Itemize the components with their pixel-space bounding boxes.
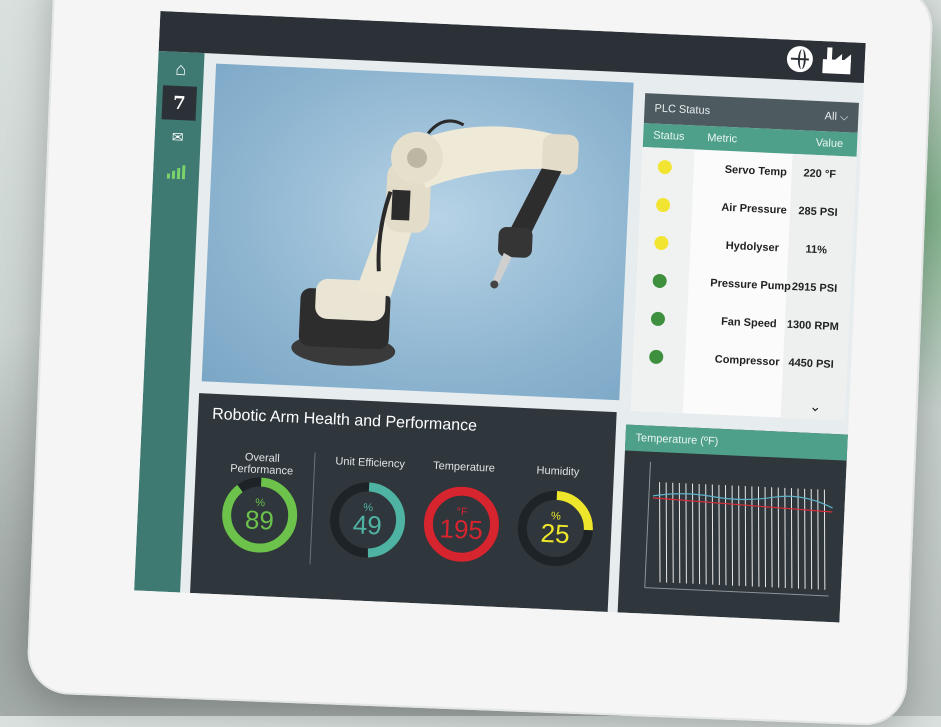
plc-filter-dropdown[interactable]: All ⌵ xyxy=(824,110,848,124)
metric-value: 1300 RPM xyxy=(786,318,840,334)
waveform-line xyxy=(711,484,714,585)
gauge-overall-performance[interactable]: Overall Performance % 89 xyxy=(212,450,309,560)
waveform-line xyxy=(757,486,760,587)
waveform-line xyxy=(672,482,674,583)
factory-icon[interactable] xyxy=(822,47,852,75)
gauge-value: 25 xyxy=(540,518,570,549)
health-panel-title: Robotic Arm Health and Performance xyxy=(211,405,478,435)
waveform-line xyxy=(659,482,661,583)
status-dot xyxy=(654,235,669,251)
divider xyxy=(309,452,316,565)
gauge-ring: °F 195 xyxy=(423,486,499,562)
waveform-line xyxy=(744,486,747,587)
waveform-line xyxy=(698,483,701,585)
column-value: Value xyxy=(815,136,844,151)
temperature-chart xyxy=(644,461,833,597)
gauge-value: 195 xyxy=(439,513,484,545)
waveform-line xyxy=(797,488,799,589)
status-dot xyxy=(650,311,666,327)
plc-status-title: PLC Status xyxy=(654,102,711,118)
waveform-line xyxy=(725,485,727,586)
home-icon[interactable]: ⌂ xyxy=(157,51,204,87)
gauge-temperature[interactable]: Temperature °F 195 xyxy=(414,459,511,569)
robot-arm-icon[interactable]: 7 xyxy=(161,85,198,121)
plc-status-panel: PLC Status All ⌵ Status Metric Value Ser… xyxy=(630,93,859,421)
metric-value: 220 °F xyxy=(803,167,837,181)
waveform-line xyxy=(738,485,740,586)
gauge-unit-efficiency[interactable]: Unit Efficiency % 49 xyxy=(320,455,417,565)
gauge-ring: % 49 xyxy=(330,482,406,558)
waveform-line xyxy=(810,489,813,590)
robotic-arm-image xyxy=(291,119,579,366)
gauge-humidity[interactable]: Humidity % 25 xyxy=(507,463,604,573)
status-dot xyxy=(657,159,673,175)
waveform-line xyxy=(665,482,668,583)
waveform-line xyxy=(764,486,767,588)
column-status: Status xyxy=(653,129,685,143)
status-dot xyxy=(655,197,671,213)
dashboard-screen: ⌂ 7 ✉ PLC Status All ⌵ Status Metric Val… xyxy=(134,11,866,623)
waveform-line xyxy=(705,484,707,585)
temperature-panel: Temperature (ºF) xyxy=(617,424,848,623)
plc-table-body: Servo Temp 220 °F Air Pressure 285 PSI H… xyxy=(630,147,857,421)
gauge-ring: % 89 xyxy=(222,477,298,553)
metric-value: 285 PSI xyxy=(798,205,838,219)
tablet-device: ⌂ 7 ✉ PLC Status All ⌵ Status Metric Val… xyxy=(26,0,934,727)
robotic-arm-photo xyxy=(201,63,634,401)
plc-filter-value: All xyxy=(824,109,838,123)
waveform-line xyxy=(678,483,681,584)
gauge-value: 49 xyxy=(352,509,382,540)
chevron-down-icon: ⌵ xyxy=(839,110,849,123)
gauge-value: 89 xyxy=(244,504,274,535)
signal-bars-icon[interactable] xyxy=(152,153,199,189)
waveform-line xyxy=(771,487,773,588)
metric-value: 11% xyxy=(805,243,828,257)
metric-value: 2915 PSI xyxy=(791,280,838,296)
waveform-line xyxy=(731,485,734,586)
waveform-line xyxy=(817,489,819,590)
status-dot xyxy=(652,273,668,289)
gauge-ring: % 25 xyxy=(517,490,593,566)
waveform-line xyxy=(751,486,753,587)
health-performance-panel: Robotic Arm Health and Performance Overa… xyxy=(190,393,617,612)
scroll-down-chevron-icon[interactable]: ⌄ xyxy=(809,398,821,416)
metric-value: 4450 PSI xyxy=(788,356,834,371)
waveform-line xyxy=(685,483,687,584)
waveform-line xyxy=(790,488,793,589)
mail-icon[interactable]: ✉ xyxy=(154,119,201,155)
globe-icon[interactable] xyxy=(786,45,814,73)
status-dot xyxy=(648,349,664,365)
waveform-line xyxy=(784,487,786,588)
waveform-line xyxy=(777,487,780,588)
waveform-line xyxy=(718,484,720,585)
column-metric: Metric xyxy=(706,131,738,146)
waveform-line xyxy=(692,483,694,584)
waveform-line xyxy=(804,488,806,589)
